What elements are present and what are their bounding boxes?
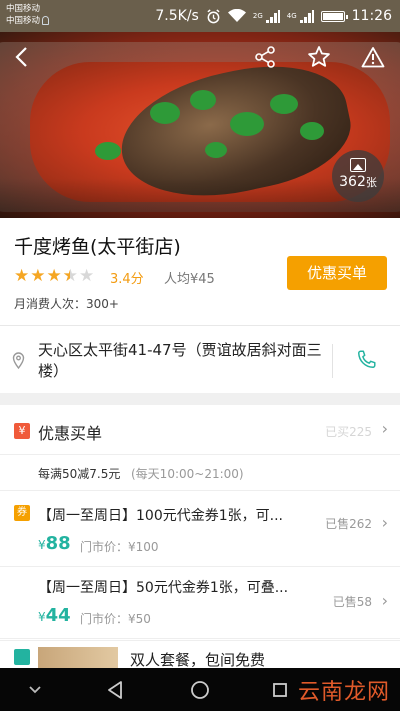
address-text: 天心区太平街41-47号（贾谊故居斜对面三楼）: [38, 341, 322, 380]
deal-title: 双人套餐，包间免费: [130, 651, 266, 668]
voucher-original-price: 门市价：¥100: [80, 540, 159, 554]
rating-stars: ★ ★ ★ ★ ★: [14, 266, 94, 286]
report-button[interactable]: [358, 42, 388, 72]
chevron-right-icon: ›: [381, 419, 388, 438]
system-nav-bar: 云南龙网: [0, 668, 400, 711]
star-icon: ★: [30, 266, 46, 286]
divider: [332, 344, 333, 378]
phone-icon[interactable]: [356, 348, 378, 370]
voucher-title: 【周一至周日】50元代金券1张，可叠...: [38, 580, 289, 596]
network-4g-label: 4G: [286, 12, 297, 20]
watermark: 云南龙网: [297, 680, 390, 705]
back-button[interactable]: [6, 42, 36, 72]
photo-unit: 张: [365, 176, 377, 189]
yuan-icon: ¥: [14, 423, 30, 439]
monthly-consumers: 月消费人次：300+: [14, 297, 119, 311]
status-right: 7.5K/s 2G 4G 11:26: [155, 0, 392, 32]
section-gap: [0, 393, 400, 405]
status-bar: 中国移动 中国移动 7.5K/s 2G 4G 11:26: [0, 0, 400, 32]
voucher-price: ¥44: [38, 605, 71, 626]
deal-thumbnail: [38, 647, 118, 668]
share-icon: [255, 46, 275, 68]
half-star-icon: ★: [63, 266, 78, 286]
discount-title: 优惠买单: [38, 424, 103, 443]
signal-2-icon: [299, 9, 314, 23]
location-pin-icon: [12, 352, 25, 369]
network-2g-label: 2G: [252, 12, 263, 20]
back-arrow-icon: [15, 47, 27, 67]
voucher-item[interactable]: 【周一至周日】50元代金券1张，可叠... ¥44 门市价：¥50 已售58 ›: [0, 567, 400, 639]
nav-back-button[interactable]: [90, 668, 140, 711]
voucher-sold: 已售262: [325, 517, 372, 531]
chevron-right-icon: ›: [381, 591, 388, 610]
triangle-back-icon: [108, 680, 122, 699]
circle-home-icon: [191, 680, 209, 699]
chevron-right-icon: ›: [381, 513, 388, 532]
nav-home-button[interactable]: [175, 668, 225, 711]
average-price: 人均¥45: [164, 272, 215, 287]
voucher-title: 【周一至周日】100元代金券1张，可...: [38, 508, 283, 524]
discount-rule: 每满50减7.5元: [38, 467, 121, 481]
voucher-sold: 已售58: [332, 595, 372, 609]
carrier-2: 中国移动: [6, 16, 41, 26]
shop-name: 千度烤鱼(太平街店): [14, 236, 181, 258]
star-icon: ★: [46, 266, 62, 286]
group-deal-icon: [14, 649, 30, 665]
star-icon: ★: [14, 266, 30, 286]
collapse-button[interactable]: [10, 668, 60, 711]
rating-score: 3.4分: [110, 272, 144, 287]
discount-header[interactable]: ¥ 优惠买单 已买225 ›: [0, 405, 400, 455]
battery-icon: [320, 10, 348, 22]
discount-sold: 已买225: [325, 425, 372, 439]
voucher-icon: 券: [14, 505, 30, 521]
clock: 11:26: [351, 8, 392, 24]
address-row[interactable]: 天心区太平街41-47号（贾谊故居斜对面三楼）: [0, 325, 400, 393]
share-button[interactable]: [250, 42, 280, 72]
chevron-down-icon: [29, 685, 41, 693]
photo-count: 362: [339, 174, 366, 190]
favorite-button[interactable]: [304, 42, 334, 72]
shop-info: 千度烤鱼(太平街店) ★ ★ ★ ★ ★ 3.4分 人均¥45 月消费人次：30…: [0, 218, 400, 324]
discount-hours: (每天10:00~21:00): [131, 467, 244, 481]
square-recents-icon: [273, 682, 287, 697]
voucher-original-price: 门市价：¥50: [80, 612, 151, 626]
wifi-icon: [227, 9, 246, 22]
warning-icon: [361, 47, 385, 68]
voucher-price: ¥88: [38, 533, 71, 554]
notification-icon: [42, 16, 50, 25]
carrier-info: 中国移动 中国移动: [6, 3, 50, 27]
network-speed: 7.5K/s: [155, 8, 199, 24]
discount-rule-row: 每满50减7.5元 (每天10:00~21:00): [0, 455, 400, 491]
signal-1-icon: [265, 9, 280, 23]
screen: 中国移动 中国移动 7.5K/s 2G 4G 11:26 362张 千度烤鱼(太…: [0, 0, 400, 711]
empty-star-icon: ★: [79, 266, 95, 286]
alarm-icon: [207, 8, 220, 23]
star-outline-icon: [308, 46, 330, 67]
voucher-item[interactable]: 券 【周一至周日】100元代金券1张，可... ¥88 门市价：¥100 已售2…: [0, 495, 400, 567]
photo-count-badge[interactable]: 362张: [332, 150, 384, 202]
photo-icon: [350, 158, 366, 172]
carrier-1: 中国移动: [6, 4, 41, 14]
discount-buy-button[interactable]: 优惠买单: [287, 256, 387, 290]
group-deal-item[interactable]: 双人套餐，包间免费: [0, 640, 400, 668]
